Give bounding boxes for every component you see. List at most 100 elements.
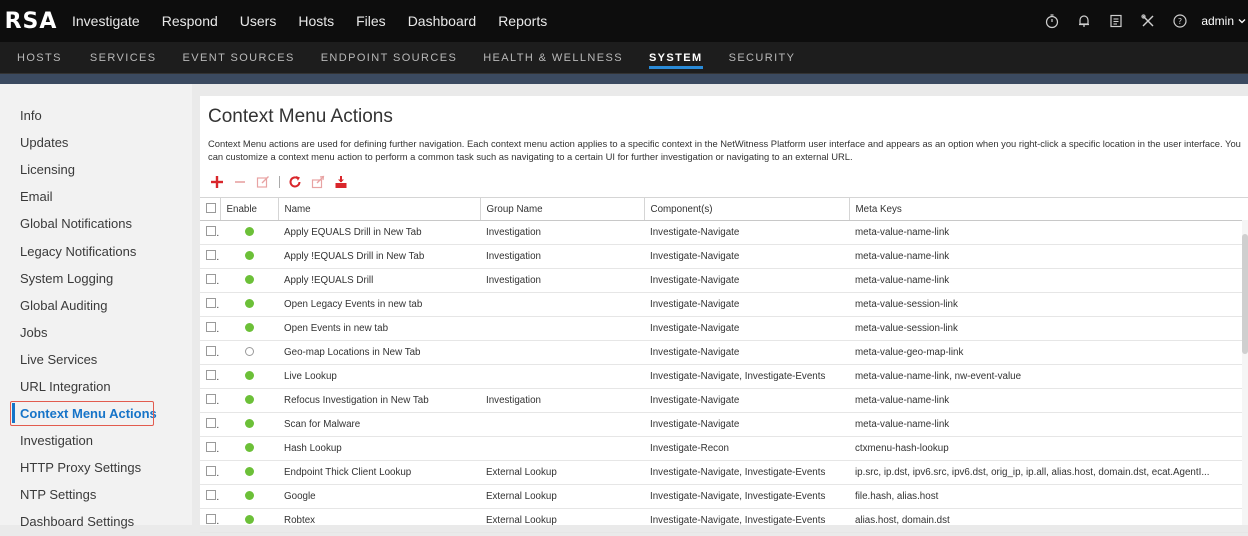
sidebar-item-updates[interactable]: Updates xyxy=(0,129,192,156)
row-checkbox[interactable] xyxy=(206,250,216,260)
nav-files[interactable]: Files xyxy=(356,13,386,29)
subnav-security[interactable]: SECURITY xyxy=(729,42,796,73)
row-enable-cell xyxy=(220,388,278,413)
row-select-cell xyxy=(200,412,220,437)
refresh-icon[interactable] xyxy=(286,173,304,191)
sidebar-item-live-services[interactable]: Live Services xyxy=(0,346,192,373)
nav-reports[interactable]: Reports xyxy=(498,13,547,29)
sidebar-item-info[interactable]: Info xyxy=(0,102,192,129)
scrollbar-thumb[interactable] xyxy=(1242,234,1248,354)
subnav-system[interactable]: SYSTEM xyxy=(648,42,703,73)
sidebar-item-legacy-notifications[interactable]: Legacy Notifications xyxy=(0,237,192,264)
sidebar-item-investigation[interactable]: Investigation xyxy=(0,427,192,454)
header-name[interactable]: Name xyxy=(277,197,480,221)
row-checkbox[interactable] xyxy=(206,298,216,308)
table-row[interactable]: Live Lookup Investigate-Navigate, Investi… xyxy=(200,364,1248,389)
row-meta-keys: meta-value-name-link xyxy=(849,412,1248,437)
row-checkbox[interactable] xyxy=(206,274,216,284)
table-row[interactable]: Scan for Malware Investigate-Navigate meta… xyxy=(200,412,1248,437)
clipboard-icon[interactable] xyxy=(1107,12,1125,30)
header-group-name[interactable]: Group Name xyxy=(479,197,644,221)
table-row[interactable]: Apply EQUALS Drill in New Tab Investigati… xyxy=(200,220,1248,245)
table-row[interactable]: Apply !EQUALS Drill in New Tab Investigat… xyxy=(200,244,1248,269)
table-row[interactable]: Geo-map Locations in New Tab Investigate-… xyxy=(200,340,1248,365)
row-components: Investigate-Navigate xyxy=(644,244,849,269)
select-all-checkbox[interactable] xyxy=(206,202,216,213)
main-nav: Investigate Respond Users Hosts Files Da… xyxy=(72,0,569,42)
page-title: Context Menu Actions xyxy=(208,106,393,127)
row-group-name xyxy=(480,292,644,317)
sidebar-item-dashboard-settings[interactable]: Dashboard Settings xyxy=(0,508,192,535)
row-name: Apply !EQUALS Drill in New Tab xyxy=(278,244,480,269)
sidebar-item-context-menu-actions[interactable]: Context Menu Actions xyxy=(0,400,192,427)
toolbar xyxy=(208,173,355,191)
sidebar-item-email[interactable]: Email xyxy=(0,183,192,210)
tools-icon[interactable] xyxy=(1139,12,1157,30)
subnav-endpoint-sources[interactable]: ENDPOINT SOURCES xyxy=(321,42,458,73)
row-checkbox[interactable] xyxy=(206,346,216,356)
row-checkbox[interactable] xyxy=(206,418,216,428)
table-row[interactable]: Hash Lookup Investigate-Recon ctxmenu-hash… xyxy=(200,436,1248,461)
user-menu[interactable]: admin xyxy=(1201,14,1246,28)
nav-users[interactable]: Users xyxy=(240,13,277,29)
sidebar-item-global-notifications[interactable]: Global Notifications xyxy=(0,210,192,237)
row-group-name: External Lookup xyxy=(480,484,644,509)
remove-icon[interactable] xyxy=(231,173,249,191)
row-checkbox[interactable] xyxy=(206,226,216,236)
subnav-event-sources[interactable]: EVENT SOURCES xyxy=(183,42,295,73)
header-components[interactable]: Component(s) xyxy=(643,197,849,221)
row-meta-keys: alias.host, domain.dst xyxy=(849,508,1248,533)
row-meta-keys: ctxmenu-hash-lookup xyxy=(849,436,1248,461)
enabled-status-dot xyxy=(244,466,254,476)
help-icon[interactable]: ? xyxy=(1171,12,1189,30)
table-row[interactable]: Robtex External Lookup Investigate-Navigat… xyxy=(200,508,1248,533)
row-enable-cell xyxy=(220,508,278,533)
row-checkbox[interactable] xyxy=(206,322,216,332)
enabled-status-dot xyxy=(244,322,254,332)
header-enable[interactable]: Enable xyxy=(219,197,278,221)
nav-dashboard[interactable]: Dashboard xyxy=(408,13,477,29)
import-icon[interactable] xyxy=(332,173,350,191)
export-icon[interactable] xyxy=(309,173,327,191)
sidebar-item-jobs[interactable]: Jobs xyxy=(0,319,192,346)
row-select-cell xyxy=(200,460,220,485)
add-icon[interactable] xyxy=(208,173,226,191)
stopwatch-icon[interactable] xyxy=(1043,12,1061,30)
row-components: Investigate-Navigate xyxy=(644,316,849,341)
subnav-health-wellness[interactable]: HEALTH & WELLNESS xyxy=(483,42,623,73)
sidebar-item-ntp-settings[interactable]: NTP Settings xyxy=(0,481,192,508)
table-row[interactable]: Apply !EQUALS Drill Investigation Investig… xyxy=(200,268,1248,293)
row-enable-cell xyxy=(220,340,278,365)
table-row[interactable]: Google External Lookup Investigate-Navigat… xyxy=(200,484,1248,509)
table-row[interactable]: Endpoint Thick Client Lookup External Loo… xyxy=(200,460,1248,485)
row-group-name: Investigation xyxy=(480,388,644,413)
sidebar-item-url-integration[interactable]: URL Integration xyxy=(0,373,192,400)
table-row[interactable]: Open Events in new tab Investigate-Naviga… xyxy=(200,316,1248,341)
row-checkbox[interactable] xyxy=(206,370,216,380)
table-row[interactable]: Refocus Investigation in New Tab Investig… xyxy=(200,388,1248,413)
sidebar-item-system-logging[interactable]: System Logging xyxy=(0,265,192,292)
header-meta-keys[interactable]: Meta Keys xyxy=(848,197,1248,221)
enabled-status-dot xyxy=(244,346,254,356)
nav-hosts[interactable]: Hosts xyxy=(298,13,334,29)
row-checkbox[interactable] xyxy=(206,490,216,500)
bell-icon[interactable] xyxy=(1075,12,1093,30)
row-checkbox[interactable] xyxy=(206,514,216,524)
subnav-hosts[interactable]: HOSTS xyxy=(17,42,62,73)
sidebar-item-global-auditing[interactable]: Global Auditing xyxy=(0,292,192,319)
nav-respond[interactable]: Respond xyxy=(162,13,218,29)
row-name: Live Lookup xyxy=(278,364,480,389)
row-checkbox[interactable] xyxy=(206,442,216,452)
sidebar-item-licensing[interactable]: Licensing xyxy=(0,156,192,183)
table-row[interactable]: Open Legacy Events in new tab Investigate… xyxy=(200,292,1248,317)
edit-icon[interactable] xyxy=(254,173,272,191)
row-meta-keys: meta-value-session-link xyxy=(849,292,1248,317)
nav-investigate[interactable]: Investigate xyxy=(72,13,140,29)
row-checkbox[interactable] xyxy=(206,394,216,404)
sidebar-item-http-proxy-settings[interactable]: HTTP Proxy Settings xyxy=(0,454,192,481)
enabled-status-dot xyxy=(244,394,254,404)
subnav-services[interactable]: SERVICES xyxy=(90,42,157,73)
rsa-logo[interactable]: RSA xyxy=(0,0,62,42)
row-checkbox[interactable] xyxy=(206,466,216,476)
top-icons: ? admin xyxy=(1029,0,1248,42)
